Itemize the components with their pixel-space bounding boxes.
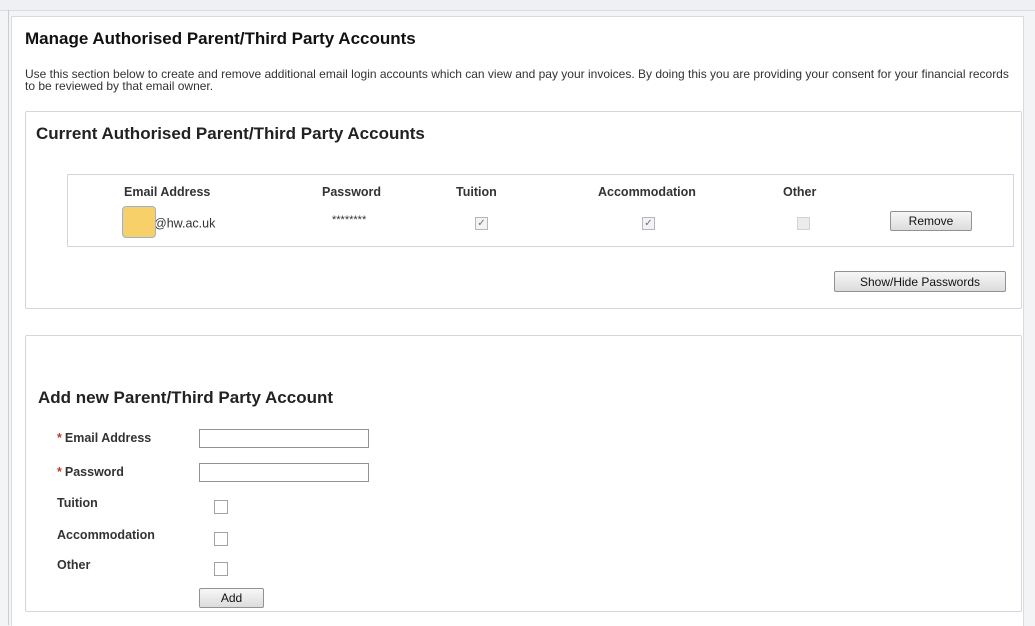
required-marker: * [57, 465, 62, 479]
intro-text: Use this section below to create and rem… [25, 67, 1009, 93]
checkmark-icon: ✓ [644, 218, 653, 229]
required-marker: * [57, 431, 62, 445]
redaction-box [122, 206, 156, 238]
account-email-domain: @hw.ac.uk [154, 216, 216, 231]
show-hide-passwords-button[interactable]: Show/Hide Passwords [834, 271, 1006, 292]
other-label: Other [57, 558, 91, 572]
password-label: * Password [57, 465, 124, 479]
accommodation-checkbox[interactable]: ✓ [642, 217, 655, 230]
add-account-section: Add new Parent/Third Party Account * Emai… [25, 335, 1022, 612]
remove-button[interactable]: Remove [890, 211, 972, 231]
accommodation-label: Accommodation [57, 528, 155, 542]
column-header-password: Password [322, 185, 382, 199]
column-header-other: Other [783, 185, 817, 199]
top-strip [0, 0, 1035, 11]
tuition-checkbox[interactable]: ✓ [475, 217, 488, 230]
column-header-tuition: Tuition [456, 185, 497, 199]
add-button[interactable]: Add [199, 588, 264, 608]
accounts-table: Email Address Password Tuition Accommoda… [67, 174, 1014, 247]
page-title: Manage Authorised Parent/Third Party Acc… [25, 29, 416, 48]
email-field[interactable] [199, 429, 369, 448]
checkmark-icon: ✓ [477, 218, 486, 229]
email-label-text: Email Address [64, 431, 152, 445]
left-border [8, 10, 9, 625]
tuition-checkbox-new[interactable] [214, 500, 228, 514]
account-email: @hw.ac.uk [122, 206, 216, 240]
current-accounts-section: Current Authorised Parent/Third Party Ac… [25, 111, 1022, 309]
accommodation-checkbox-new[interactable] [214, 532, 228, 546]
add-account-title: Add new Parent/Third Party Account [38, 388, 334, 407]
account-password: ******** [332, 214, 367, 226]
password-field[interactable] [199, 463, 369, 482]
other-checkbox[interactable] [797, 217, 810, 230]
manage-accounts-panel: Manage Authorised Parent/Third Party Acc… [11, 16, 1024, 626]
other-checkbox-new[interactable] [214, 562, 228, 576]
password-label-text: Password [64, 465, 124, 479]
email-label: * Email Address [57, 431, 151, 445]
current-accounts-title: Current Authorised Parent/Third Party Ac… [36, 124, 425, 143]
column-header-accommodation: Accommodation [598, 185, 696, 199]
column-header-email: Email Address [124, 185, 211, 199]
tuition-label: Tuition [57, 496, 98, 510]
